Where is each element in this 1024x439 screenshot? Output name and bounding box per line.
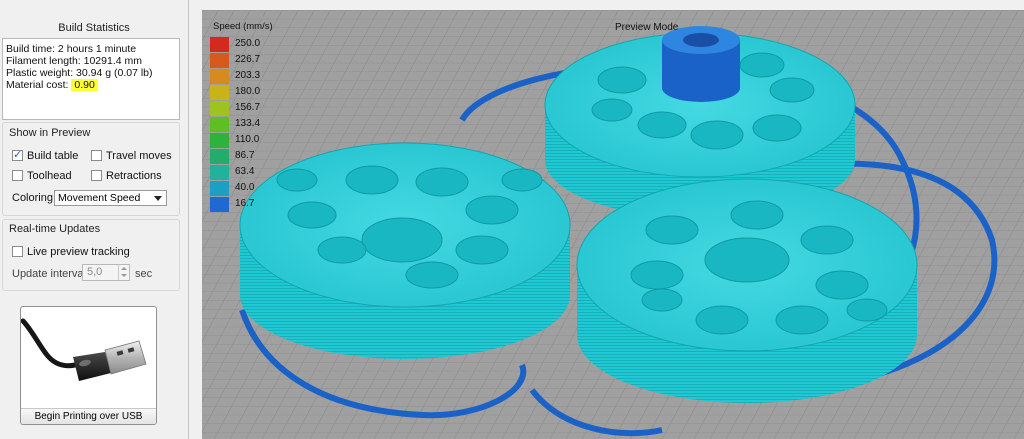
- build-table-label: Build table: [27, 150, 79, 162]
- speed-color-swatch: [210, 37, 229, 52]
- speed-legend-row: 16.7: [210, 196, 280, 212]
- part-bottom: [576, 178, 918, 403]
- speed-legend-row: 133.4: [210, 116, 280, 132]
- speed-color-swatch: [210, 101, 229, 116]
- speed-color-swatch: [210, 53, 229, 68]
- speed-value: 180.0: [235, 86, 261, 97]
- chevron-down-icon: [154, 196, 162, 201]
- settings-panel: Build Statistics Build time: 2 hours 1 m…: [0, 0, 189, 439]
- build-statistics-title: Build Statistics: [58, 22, 130, 34]
- speed-value: 63.4: [235, 166, 255, 177]
- part-left: [239, 142, 571, 359]
- plastic-weight: Plastic weight: 30.94 g (0.07 lb): [6, 67, 153, 79]
- build-plate-scene: [202, 10, 1024, 439]
- build-time: Build time: 2 hours 1 minute: [6, 43, 137, 55]
- speed-color-swatch: [210, 165, 229, 180]
- speed-value: 226.7: [235, 54, 261, 65]
- speed-value: 86.7: [235, 150, 255, 161]
- material-cost-label: Material cost:: [6, 79, 69, 91]
- live-preview-label: Live preview tracking: [27, 246, 130, 258]
- speed-value: 250.0: [235, 38, 261, 49]
- speed-value: 203.3: [235, 70, 261, 81]
- toolhead-checkbox[interactable]: [12, 170, 23, 181]
- speed-legend-title: Speed (mm/s): [213, 21, 273, 32]
- update-interval-unit: sec: [135, 268, 153, 280]
- update-interval-label: Update interval: [12, 268, 86, 280]
- filament-length: Filament length: 10291.4 mm: [6, 55, 142, 67]
- speed-legend-row: 203.3: [210, 68, 280, 84]
- update-interval-value: 5,0: [87, 266, 103, 278]
- realtime-updates-title: Real-time Updates: [9, 223, 101, 235]
- speed-color-swatch: [210, 117, 229, 132]
- spin-buttons[interactable]: [118, 265, 129, 280]
- toolhead-label: Toolhead: [27, 170, 72, 182]
- show-in-preview-title: Show in Preview: [9, 127, 91, 139]
- speed-color-swatch: [210, 197, 229, 212]
- preview-mode-label: Preview Mode: [615, 22, 679, 33]
- speed-legend-row: 63.4: [210, 164, 280, 180]
- speed-value: 40.0: [235, 182, 255, 193]
- speed-legend-row: 156.7: [210, 100, 280, 116]
- build-statistics-box: Build time: 2 hours 1 minute Filament le…: [2, 38, 180, 120]
- speed-color-swatch: [210, 133, 229, 148]
- speed-legend-row: 110.0: [210, 132, 280, 148]
- usb-button-label: Begin Printing over USB: [21, 408, 156, 424]
- speed-value: 133.4: [235, 118, 261, 129]
- preview-viewport[interactable]: Preview Mode Speed (mm/s) 250.0 226.7 203.…: [202, 10, 1024, 439]
- retractions-checkbox[interactable]: [91, 170, 102, 181]
- usb-cable-icon: [21, 318, 147, 381]
- build-table-checkbox[interactable]: [12, 148, 23, 161]
- retractions-label: Retractions: [106, 170, 162, 182]
- live-preview-checkbox[interactable]: [12, 246, 23, 257]
- speed-legend-row: 226.7: [210, 52, 280, 68]
- coloring-label: Coloring: [12, 192, 53, 204]
- speed-color-swatch: [210, 69, 229, 84]
- travel-moves-checkbox[interactable]: [91, 150, 102, 161]
- speed-value: 156.7: [235, 102, 261, 113]
- speed-color-swatch: [210, 149, 229, 164]
- speed-legend-row: 40.0: [210, 180, 280, 196]
- spin-down-icon: [121, 274, 127, 277]
- material-cost: Material cost: 0.90: [6, 79, 98, 91]
- speed-legend-row: 86.7: [210, 148, 280, 164]
- update-interval-spinbox[interactable]: 5,0: [82, 264, 130, 281]
- speed-color-swatch: [210, 85, 229, 100]
- speed-value: 110.0: [235, 134, 260, 145]
- speed-legend-row: 250.0: [210, 36, 280, 52]
- speed-value: 16.7: [235, 198, 255, 209]
- speed-legend-row: 180.0: [210, 84, 280, 100]
- speed-color-swatch: [210, 181, 229, 196]
- coloring-dropdown[interactable]: Movement Speed: [54, 190, 167, 206]
- material-cost-value: 0.90: [71, 79, 98, 91]
- coloring-value: Movement Speed: [58, 192, 141, 204]
- begin-printing-usb-button[interactable]: Begin Printing over USB: [20, 306, 157, 425]
- travel-moves-label: Travel moves: [106, 150, 172, 162]
- spin-up-icon: [121, 267, 127, 270]
